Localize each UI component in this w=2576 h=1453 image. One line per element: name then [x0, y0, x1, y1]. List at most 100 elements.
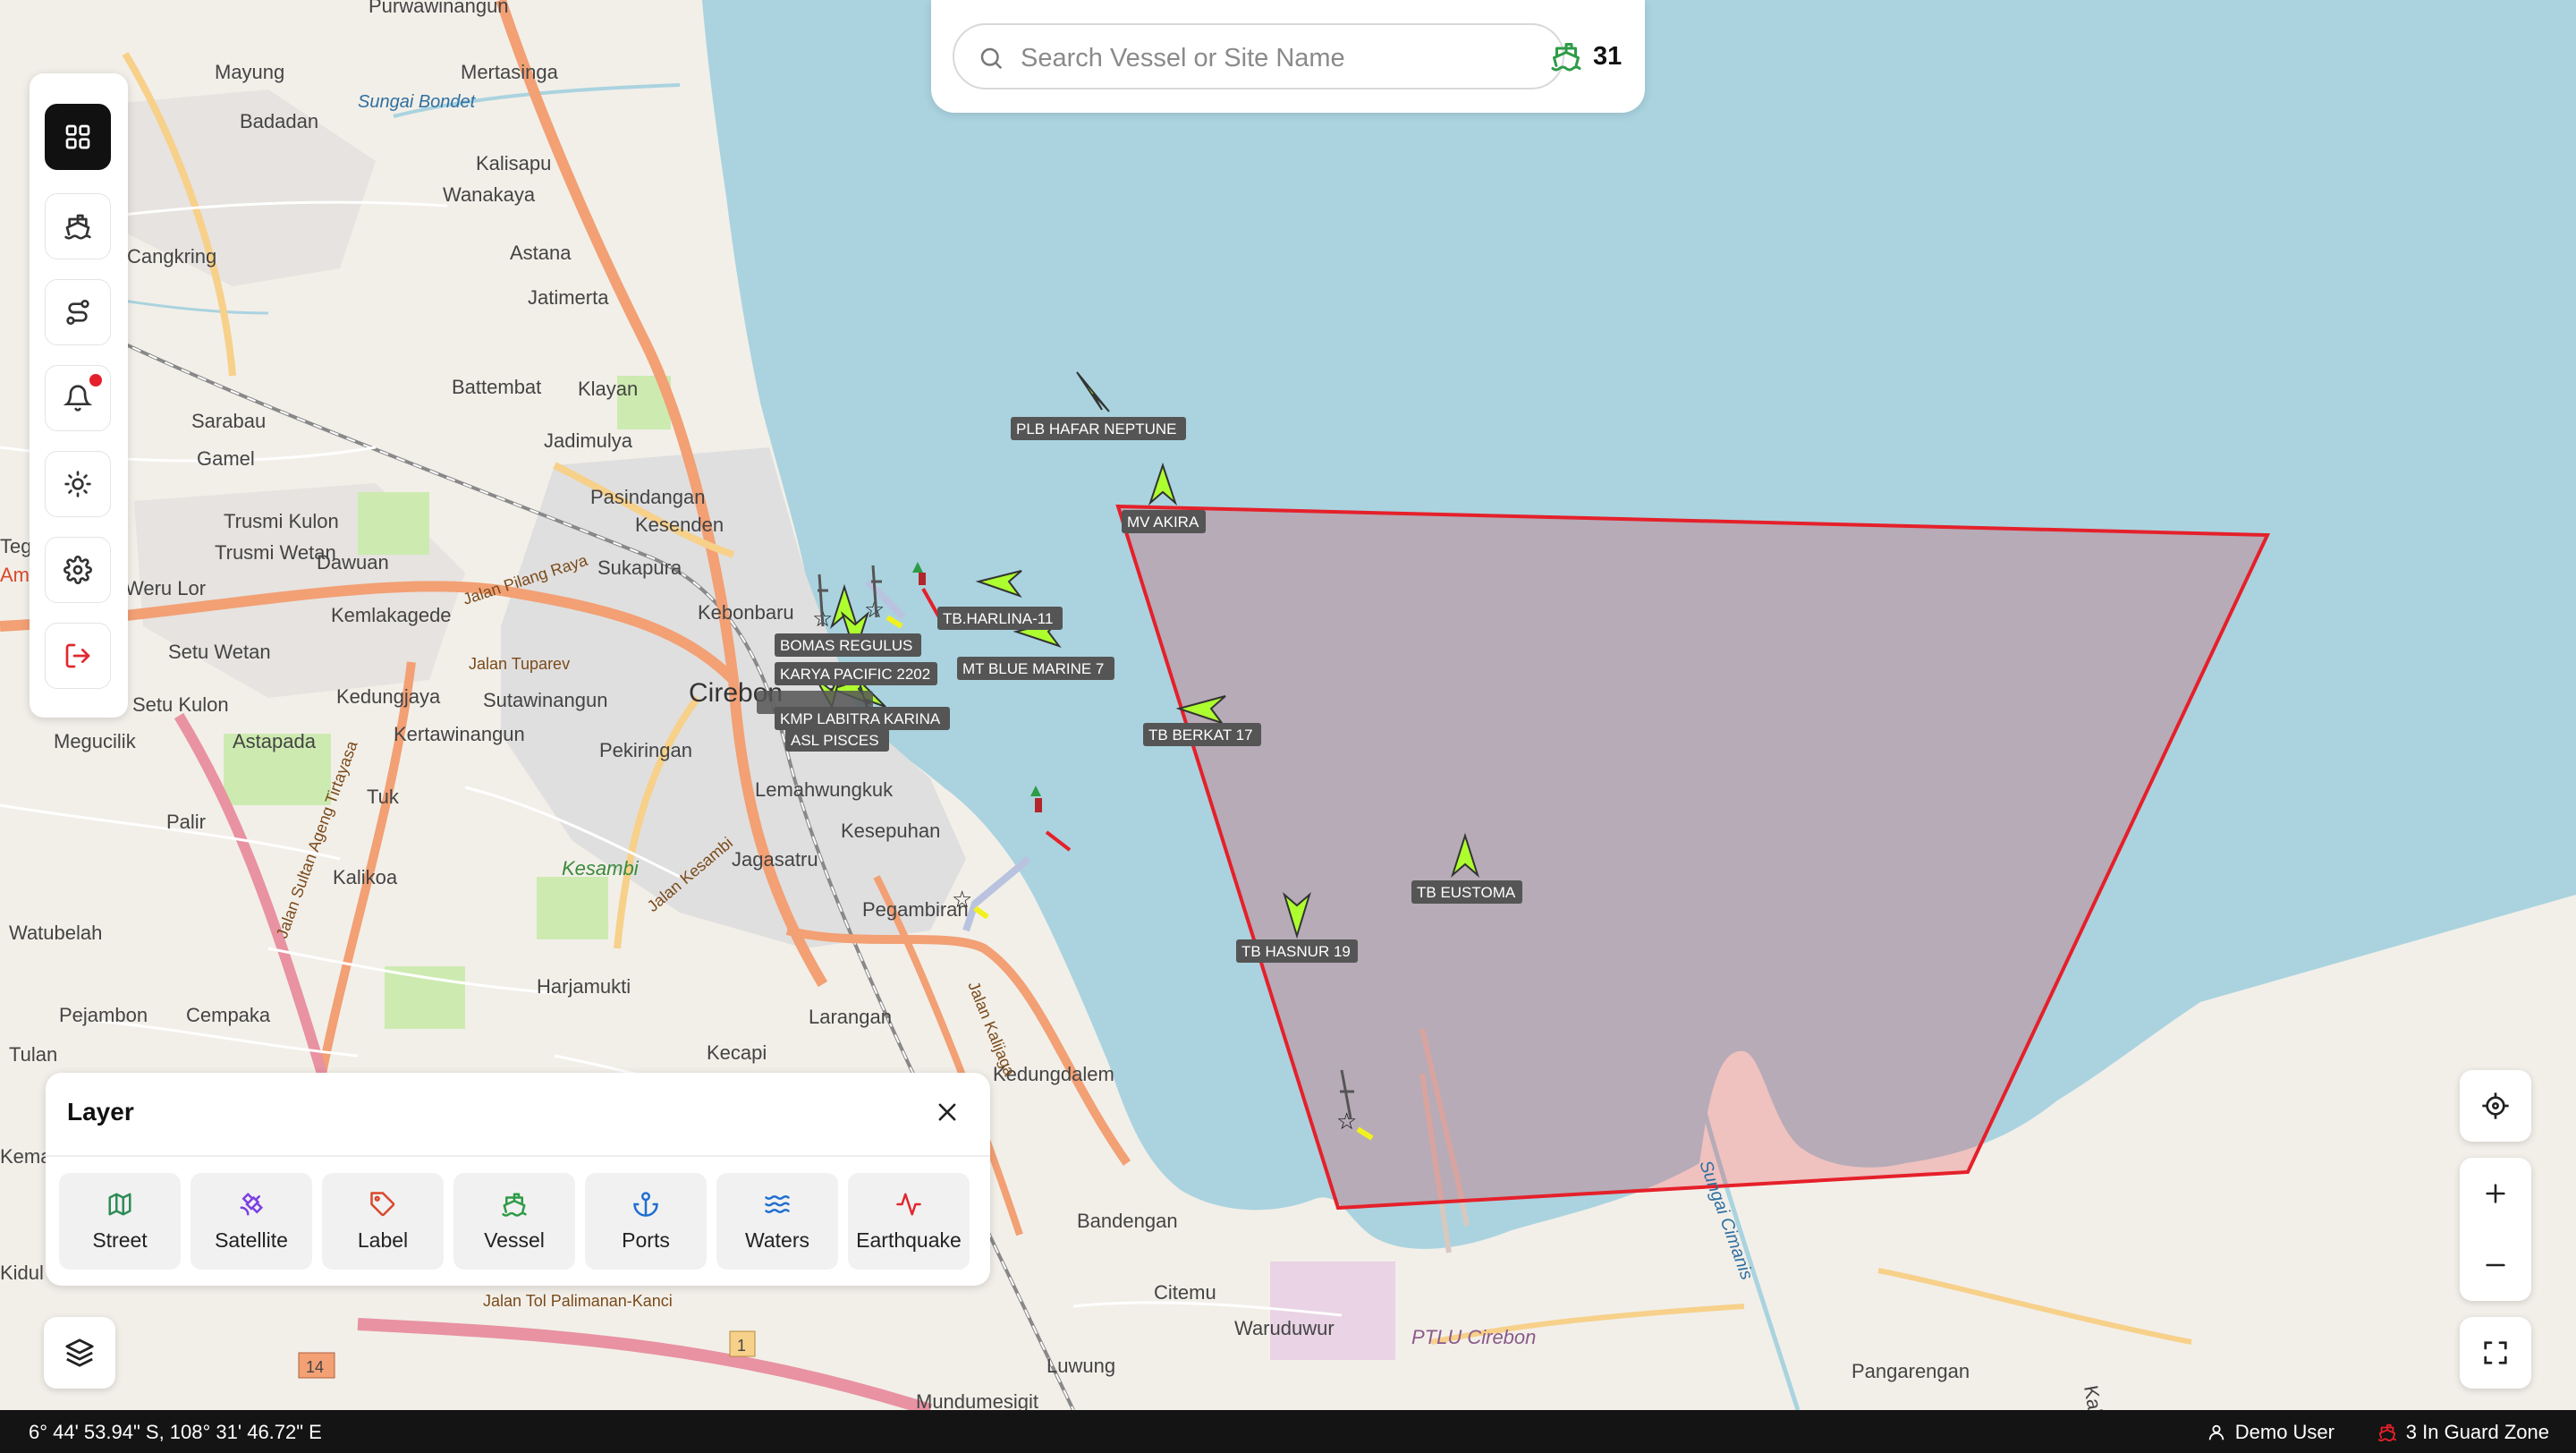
svg-text:Trusmi Kulon: Trusmi Kulon: [224, 510, 339, 532]
search-input[interactable]: [1019, 38, 1550, 79]
close-button[interactable]: [931, 1096, 963, 1128]
vessel-label: TB.HARLINA-11: [943, 610, 1053, 627]
locate-button[interactable]: [2460, 1070, 2531, 1142]
layer-label: Earthquake: [856, 1228, 962, 1252]
svg-text:Purwawinangun: Purwawinangun: [369, 0, 509, 17]
sidebar-item-notifications[interactable]: [45, 365, 111, 431]
svg-text:Kecapi: Kecapi: [707, 1041, 767, 1064]
svg-text:Kemlakagede: Kemlakagede: [331, 604, 452, 626]
layer-street[interactable]: Street: [59, 1173, 181, 1270]
bell-icon: [64, 385, 92, 412]
svg-text:Megucilik: Megucilik: [54, 730, 137, 752]
sun-icon: [64, 471, 91, 497]
pulse-icon: [896, 1193, 921, 1216]
divider: [46, 1155, 990, 1157]
svg-text:Larangan: Larangan: [809, 1006, 892, 1028]
svg-text:Gamel: Gamel: [197, 447, 255, 470]
sidebar-item-theme[interactable]: [45, 451, 111, 517]
vessel-label: ASL PISCES: [791, 732, 879, 749]
svg-text:Jadimulya: Jadimulya: [544, 429, 633, 452]
svg-text:Kesambi: Kesambi: [562, 857, 640, 879]
layers-icon: [65, 1338, 94, 1367]
layer-label: Waters: [745, 1228, 809, 1252]
anchor-icon: [633, 1192, 658, 1217]
svg-text:1: 1: [737, 1337, 746, 1355]
vessel-label: KARYA PACIFIC 2202: [780, 666, 930, 683]
map-icon: [108, 1193, 131, 1216]
layer-label: Satellite: [215, 1228, 288, 1252]
layer-ports[interactable]: Ports: [585, 1173, 707, 1270]
svg-text:Harjamukti: Harjamukti: [537, 975, 631, 998]
vessel-label: TB EUSTOMA: [1417, 884, 1516, 901]
gear-icon: [64, 556, 92, 584]
ship-icon: [502, 1193, 527, 1217]
svg-text:Kalisapu: Kalisapu: [476, 152, 551, 174]
svg-text:Sutawinangun: Sutawinangun: [483, 689, 607, 711]
minus-icon: [2486, 1263, 2505, 1267]
satellite-icon: [240, 1192, 264, 1216]
vessel-label: TB HASNUR 19: [1241, 943, 1351, 960]
svg-text:Bandengan: Bandengan: [1077, 1210, 1178, 1232]
ship-icon: [2377, 1423, 2396, 1442]
crosshair-icon: [2482, 1092, 2509, 1119]
sidebar-item-vessels[interactable]: [45, 193, 111, 259]
sidebar-item-settings[interactable]: [45, 537, 111, 603]
layer-panel: Layer Street Satellite Label Vessel Port…: [46, 1073, 990, 1286]
sidebar-item-dashboard[interactable]: [45, 104, 111, 170]
svg-text:Kesenden: Kesenden: [635, 514, 724, 536]
locate-control: [2460, 1070, 2531, 1142]
vessel-label: TB BERKAT 17: [1148, 726, 1253, 743]
layer-satellite[interactable]: Satellite: [191, 1173, 312, 1270]
route-icon: [66, 300, 89, 325]
search-panel: 31: [931, 0, 1645, 113]
svg-text:Astana: Astana: [510, 242, 572, 264]
svg-text:Kebonbaru: Kebonbaru: [698, 601, 794, 624]
vessel-count-badge[interactable]: 31: [1550, 25, 1622, 88]
layer-earthquake[interactable]: Earthquake: [848, 1173, 970, 1270]
logout-icon: [65, 643, 90, 668]
svg-text:Setu Wetan: Setu Wetan: [168, 641, 271, 663]
sidebar-item-routes[interactable]: [45, 279, 111, 345]
layer-label: Label: [357, 1228, 409, 1252]
guard-zone-info[interactable]: 3 In Guard Zone: [2377, 1421, 2549, 1444]
user-info[interactable]: Demo User: [2207, 1421, 2334, 1444]
layer-label-toggle[interactable]: Label: [322, 1173, 444, 1270]
vessel-label: PLB HAFAR NEPTUNE: [1016, 421, 1177, 438]
svg-text:Luwung: Luwung: [1046, 1355, 1115, 1377]
search-icon: [980, 47, 1003, 70]
svg-text:Kedungjaya: Kedungjaya: [336, 685, 441, 708]
layer-waters[interactable]: Waters: [716, 1173, 838, 1270]
svg-text:Palir: Palir: [166, 811, 206, 833]
svg-text:☆: ☆: [952, 886, 972, 913]
vessel-label: MV AKIRA: [1127, 514, 1199, 531]
svg-text:Battembat: Battembat: [452, 376, 541, 398]
layers-toggle-button[interactable]: [44, 1317, 115, 1389]
svg-text:Cangkring: Cangkring: [127, 245, 216, 268]
svg-text:Jalan Tuparev: Jalan Tuparev: [469, 655, 570, 673]
svg-text:Cempaka: Cempaka: [186, 1004, 271, 1026]
layer-label: Street: [92, 1228, 148, 1252]
svg-text:Mundumesigit: Mundumesigit: [916, 1390, 1038, 1410]
layer-vessel[interactable]: Vessel: [453, 1173, 575, 1270]
zoom-out-button[interactable]: [2460, 1229, 2531, 1301]
sidebar-item-logout[interactable]: [45, 623, 111, 689]
svg-text:Badadan: Badadan: [240, 110, 318, 132]
svg-text:Sungai Bondet: Sungai Bondet: [358, 92, 477, 112]
svg-text:14: 14: [306, 1358, 324, 1376]
search-box[interactable]: [953, 23, 1564, 89]
svg-text:Kesepuhan: Kesepuhan: [841, 820, 940, 842]
status-bar: 6° 44' 53.94" S, 108° 31' 46.72" E Demo …: [0, 1410, 2576, 1453]
svg-text:Mayung: Mayung: [215, 61, 284, 83]
svg-text:Kalikoa: Kalikoa: [333, 866, 398, 888]
svg-text:Wanakaya: Wanakaya: [443, 183, 536, 206]
close-icon: [938, 1103, 956, 1121]
fullscreen-button[interactable]: [2460, 1317, 2531, 1389]
svg-text:PTLU Cirebon: PTLU Cirebon: [1411, 1326, 1536, 1348]
svg-text:Pangarengan: Pangarengan: [1852, 1360, 1970, 1382]
svg-text:Dawuan: Dawuan: [317, 551, 389, 574]
zoom-in-button[interactable]: [2460, 1158, 2531, 1229]
ship-icon: [64, 214, 91, 240]
ship-icon: [1551, 43, 1581, 72]
svg-text:Lemahwungkuk: Lemahwungkuk: [755, 778, 894, 801]
vessel-label: MT BLUE MARINE 7: [962, 660, 1104, 677]
